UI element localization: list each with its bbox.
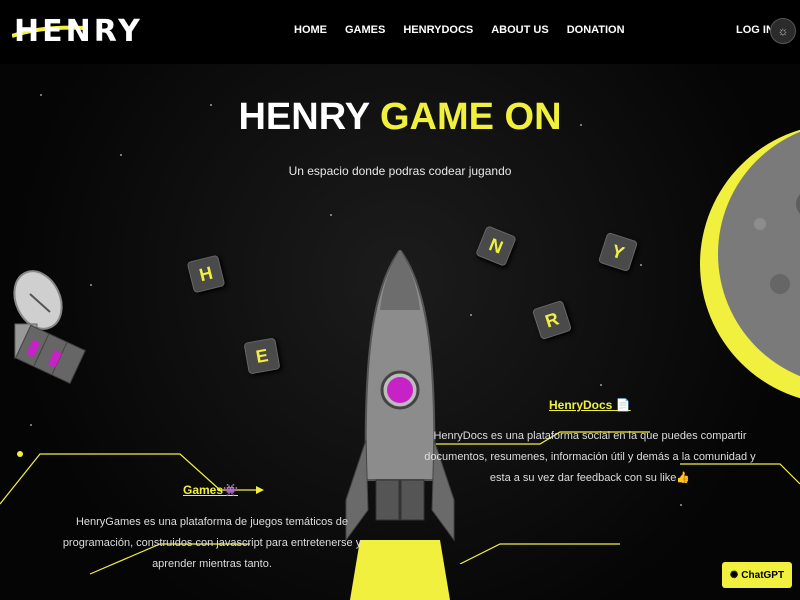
document-icon: 📄 <box>615 398 631 412</box>
letter-tile-e: E <box>243 337 281 375</box>
star <box>90 284 92 286</box>
nav-link-about-us[interactable]: ABOUT US <box>491 24 548 36</box>
games-description: HenryGames es una plataforma de juegos t… <box>62 516 362 570</box>
chatgpt-icon: ✺ <box>729 569 739 581</box>
satellite-image <box>13 270 86 384</box>
nav-link-home[interactable]: HOME <box>294 24 327 36</box>
star <box>640 264 642 266</box>
henrydocs-card-title[interactable]: HenryDocs 📄 <box>549 398 631 412</box>
letter-tile-y: Y <box>597 231 639 273</box>
henrydocs-title-text: HenryDocs <box>549 398 613 412</box>
chatgpt-button[interactable]: ✺ ChatGPT <box>722 562 792 588</box>
title-part-henry: HENRY <box>238 96 380 138</box>
chatgpt-label: ChatGPT <box>741 569 785 581</box>
nav-link-donation[interactable]: DONATION <box>567 24 625 36</box>
logo-text: HENRY <box>14 14 143 49</box>
alien-icon: 👾 <box>223 483 238 497</box>
letter-tile-r: R <box>531 299 573 341</box>
letter-tile-n: N <box>475 225 517 267</box>
nav-link-games[interactable]: GAMES <box>345 24 385 36</box>
navbar: HENRY HOME GAMES HENRYDOCS ABOUT US DONA… <box>0 0 800 64</box>
star <box>330 214 332 216</box>
star <box>470 314 472 316</box>
star <box>30 424 32 426</box>
login-link[interactable]: LOG IN <box>736 24 774 36</box>
henry-logo[interactable]: HENRY <box>12 10 140 52</box>
nav-links: HOME GAMES HENRYDOCS ABOUT US DONATION <box>294 24 643 36</box>
games-card-title[interactable]: Games👾 <box>183 483 238 497</box>
theme-toggle-button[interactable]: ☼ <box>770 18 796 44</box>
letter-tile-h: H <box>186 254 226 294</box>
games-title-text: Games <box>183 483 224 497</box>
henrydocs-description: HenryDocs es una plataforma social en la… <box>424 430 756 484</box>
title-part-game-on: GAME ON <box>379 96 562 138</box>
sun-icon: ☼ <box>777 24 789 38</box>
star <box>120 154 122 156</box>
nav-link-henrydocs[interactable]: HENRYDOCS <box>403 24 473 36</box>
page-title: HENRY GAME ON <box>0 96 800 139</box>
page-subtitle: Un espacio donde podras codear jugando <box>288 164 512 178</box>
star <box>600 384 602 386</box>
